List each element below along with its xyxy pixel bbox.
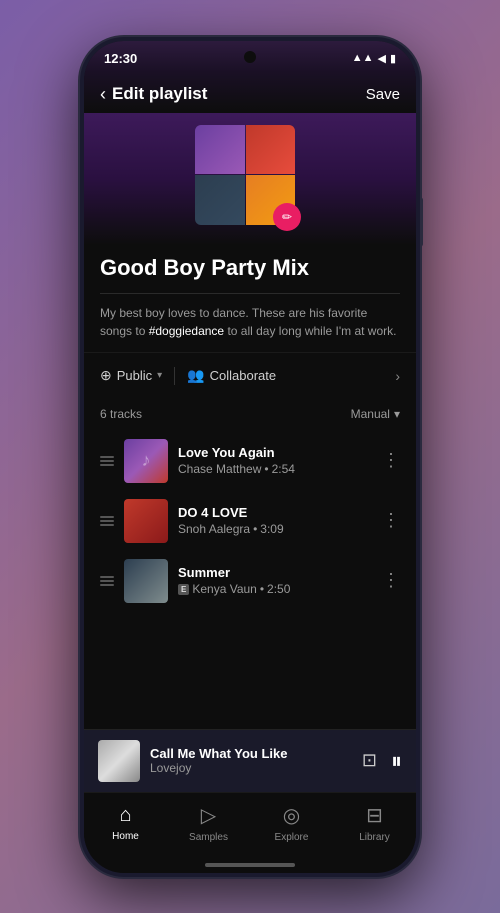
phone-screen: 12:30 ▲▲ ◀ ▮ ‹ Edit playlist Save <box>84 41 416 873</box>
status-time: 12:30 <box>104 51 137 66</box>
track-info: Love You Again Chase Matthew • 2:54 <box>178 445 372 476</box>
explicit-badge: E <box>178 584 189 595</box>
people-icon: 👥 <box>187 367 204 384</box>
nav-item-samples[interactable]: ▷ Samples <box>167 803 250 843</box>
track-name: Love You Again <box>178 445 372 460</box>
bottom-nav: ⌂ Home ▷ Samples ◎ Explore ⊟ Library <box>84 792 416 859</box>
playlist-info: Good Boy Party Mix My best boy loves to … <box>84 245 416 352</box>
track-meta: E Kenya Vaun • 2:50 <box>178 582 372 596</box>
cover-cell-3 <box>195 175 245 225</box>
now-playing-info: Call Me What You Like Lovejoy <box>150 746 352 775</box>
drag-handle[interactable] <box>100 456 114 466</box>
now-playing-bar[interactable]: Call Me What You Like Lovejoy ⊡ ⏸ <box>84 729 416 792</box>
divider <box>100 293 400 294</box>
drag-handle[interactable] <box>100 576 114 586</box>
visibility-label: Public <box>117 368 152 383</box>
home-indicator <box>205 863 295 867</box>
camera-notch <box>244 51 256 63</box>
track-meta: Snoh Aalegra • 3:09 <box>178 522 372 536</box>
side-button <box>420 197 423 247</box>
track-separator: • <box>253 522 257 536</box>
track-separator: • <box>260 582 264 596</box>
now-playing-controls: ⊡ ⏸ <box>362 748 402 774</box>
track-artist: Chase Matthew <box>178 462 261 476</box>
track-artwork-2 <box>124 499 168 543</box>
pause-button[interactable]: ⏸ <box>391 748 402 774</box>
track-info: DO 4 LOVE Snoh Aalegra • 3:09 <box>178 505 372 536</box>
save-button[interactable]: Save <box>366 86 400 103</box>
home-label: Home <box>112 831 139 842</box>
artwork-decoration <box>124 439 168 483</box>
globe-icon: ⊕ <box>100 367 112 384</box>
signal-icon: ▲▲ <box>352 52 374 64</box>
cover-cell-2 <box>246 125 296 175</box>
tracks-count: 6 tracks <box>100 407 142 421</box>
back-arrow-icon: ‹ <box>100 84 106 105</box>
track-item: DO 4 LOVE Snoh Aalegra • 3:09 ⋮ <box>84 491 416 551</box>
track-more-button[interactable]: ⋮ <box>382 450 400 471</box>
content-area: ✏ Good Boy Party Mix My best boy loves t… <box>84 113 416 729</box>
vertical-divider <box>174 367 175 385</box>
library-label: Library <box>359 832 390 843</box>
header: ‹ Edit playlist Save <box>84 72 416 113</box>
wifi-icon: ◀ <box>377 52 385 65</box>
sort-label: Manual <box>351 407 390 421</box>
samples-label: Samples <box>189 832 228 843</box>
playlist-description: My best boy loves to dance. These are hi… <box>100 304 400 340</box>
track-more-button[interactable]: ⋮ <box>382 510 400 531</box>
now-playing-artist: Lovejoy <box>150 761 352 775</box>
chevron-right-icon: › <box>395 368 400 384</box>
cover-cell-1 <box>195 125 245 175</box>
phone-frame: 12:30 ▲▲ ◀ ▮ ‹ Edit playlist Save <box>80 37 420 877</box>
nav-item-home[interactable]: ⌂ Home <box>84 804 167 842</box>
track-meta: Chase Matthew • 2:54 <box>178 462 372 476</box>
track-artwork-1 <box>124 439 168 483</box>
track-duration: 2:54 <box>272 462 295 476</box>
track-duration: 3:09 <box>260 522 283 536</box>
nav-item-library[interactable]: ⊟ Library <box>333 803 416 843</box>
samples-icon: ▷ <box>201 803 216 828</box>
desc-text-after: to all day long while I'm at work. <box>224 324 396 338</box>
collaborate-button[interactable]: 👥 Collaborate <box>187 367 387 384</box>
tracks-header: 6 tracks Manual ▾ <box>84 399 416 431</box>
track-item: Summer E Kenya Vaun • 2:50 ⋮ <box>84 551 416 611</box>
now-playing-artwork-inner <box>98 740 140 782</box>
track-separator: • <box>264 462 268 476</box>
visibility-button[interactable]: ⊕ Public ▾ <box>100 367 162 384</box>
sort-button[interactable]: Manual ▾ <box>351 407 400 421</box>
playlist-image-area: ✏ <box>84 113 416 245</box>
hashtag: #doggiedance <box>149 324 224 338</box>
track-duration: 2:50 <box>267 582 290 596</box>
explore-label: Explore <box>275 832 309 843</box>
battery-icon: ▮ <box>390 52 396 65</box>
edit-pencil-button[interactable]: ✏ <box>273 203 301 231</box>
explore-icon: ◎ <box>283 803 300 828</box>
page-title: Edit playlist <box>112 84 207 104</box>
now-playing-artwork <box>98 740 140 782</box>
track-info: Summer E Kenya Vaun • 2:50 <box>178 565 372 596</box>
status-bar: 12:30 ▲▲ ◀ ▮ <box>84 41 416 72</box>
track-artwork-3 <box>124 559 168 603</box>
cast-icon[interactable]: ⊡ <box>362 750 377 771</box>
controls-row: ⊕ Public ▾ 👥 Collaborate › <box>84 352 416 399</box>
drag-handle[interactable] <box>100 516 114 526</box>
chevron-down-icon: ▾ <box>157 370 162 381</box>
status-icons: ▲▲ ◀ ▮ <box>352 52 396 65</box>
library-icon: ⊟ <box>366 803 383 828</box>
track-more-button[interactable]: ⋮ <box>382 570 400 591</box>
playlist-name: Good Boy Party Mix <box>100 255 400 281</box>
track-artist: Kenya Vaun <box>192 582 257 596</box>
sort-chevron-icon: ▾ <box>394 407 400 421</box>
now-playing-title: Call Me What You Like <box>150 746 352 761</box>
track-item: Love You Again Chase Matthew • 2:54 ⋮ <box>84 431 416 491</box>
home-icon: ⌂ <box>119 804 131 827</box>
collaborate-label: Collaborate <box>210 368 277 383</box>
playlist-cover[interactable]: ✏ <box>195 125 305 235</box>
nav-item-explore[interactable]: ◎ Explore <box>250 803 333 843</box>
back-button[interactable]: ‹ Edit playlist <box>100 84 207 105</box>
track-artist: Snoh Aalegra <box>178 522 250 536</box>
track-name: DO 4 LOVE <box>178 505 372 520</box>
track-name: Summer <box>178 565 372 580</box>
